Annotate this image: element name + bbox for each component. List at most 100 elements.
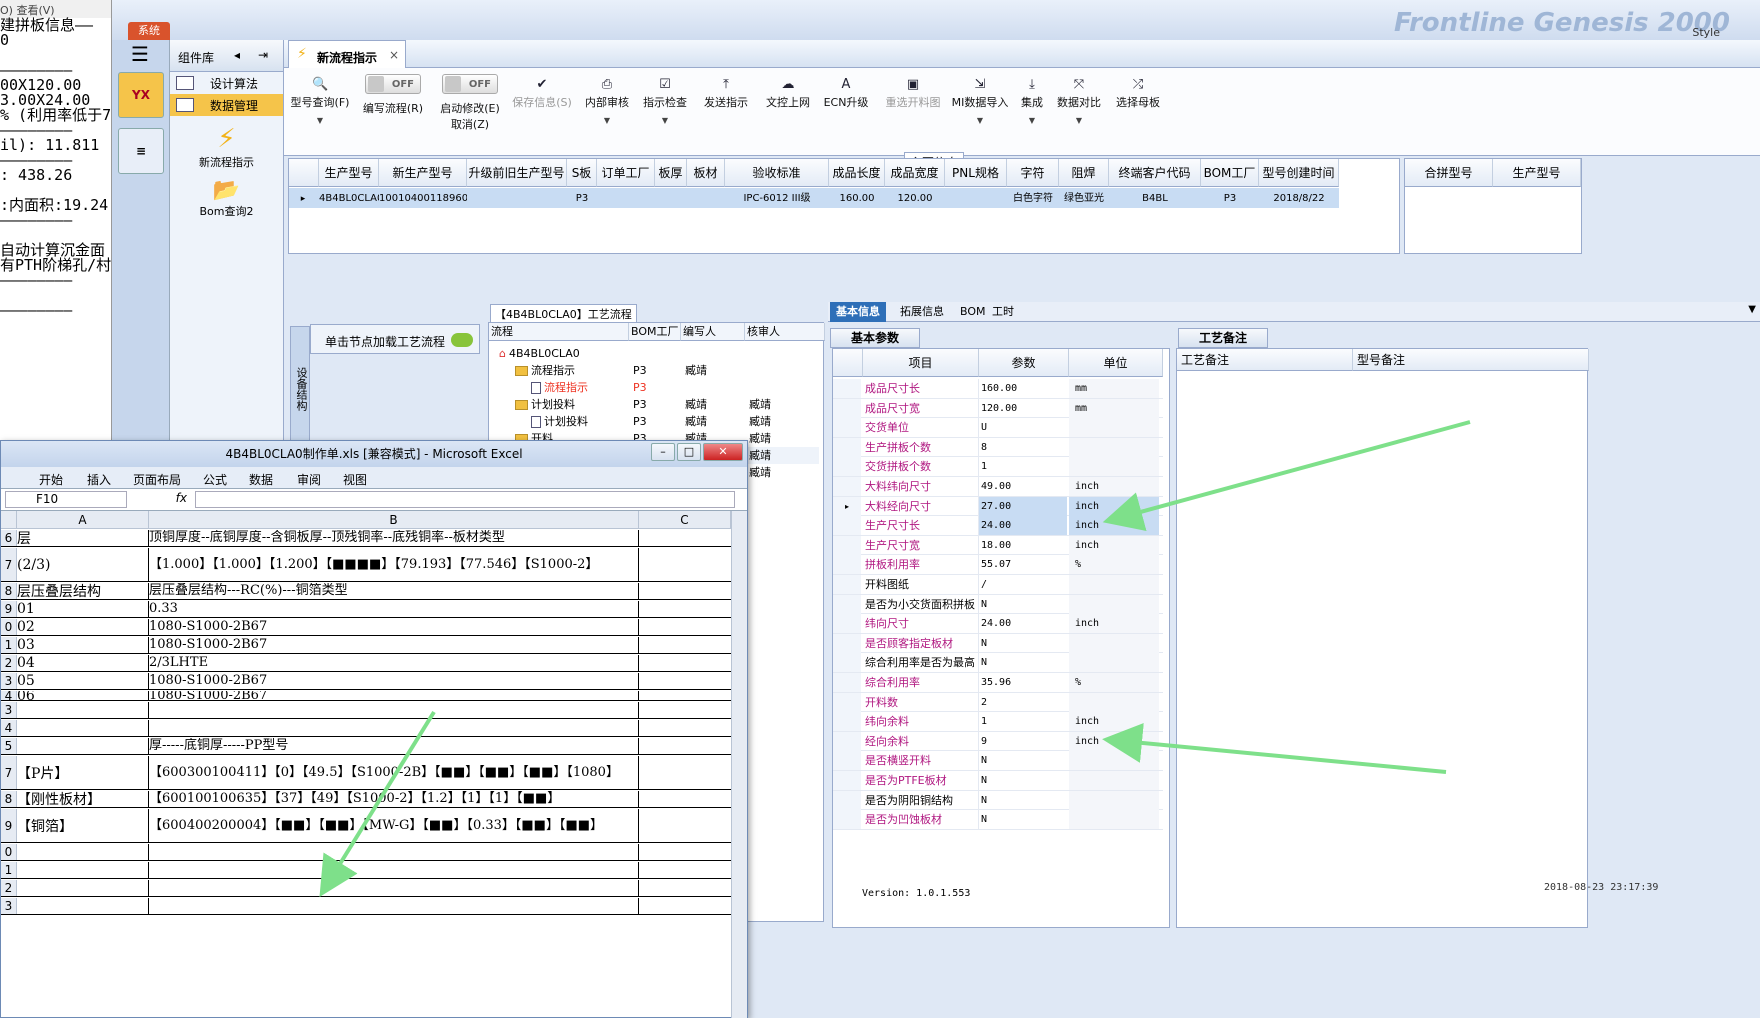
param-value[interactable]: N (979, 771, 1067, 790)
column-header[interactable]: 型号创建时间 (1259, 159, 1339, 187)
cell-a[interactable] (17, 880, 149, 896)
bom-query-item[interactable]: 📂 Bom查询2 (170, 178, 283, 219)
ribbon-tab[interactable]: 插入 (87, 471, 111, 488)
param-row[interactable]: 成品尺寸长 160.00 mm (833, 379, 1163, 399)
param-row[interactable]: 开料数 2 (833, 692, 1163, 713)
cell-b[interactable]: 1080-S1000-2B67 (149, 691, 639, 700)
grid-cell[interactable]: 10010400118960 (379, 189, 467, 209)
detail-tab[interactable]: 拓展信息 (894, 302, 950, 322)
row-number[interactable]: 3 (1, 673, 17, 689)
ribbon-tab[interactable]: 数据 (249, 471, 273, 488)
column-header[interactable]: 阻焊 (1059, 159, 1109, 187)
remark-column-header[interactable]: 工艺备注 (1177, 349, 1353, 371)
toggle-switch[interactable]: OFF (365, 74, 421, 94)
close-button[interactable]: ✕ (703, 443, 743, 461)
side-tab-equipment[interactable]: 设备结构 (290, 326, 310, 446)
cell-a[interactable]: 01 (17, 601, 149, 617)
grid-cell[interactable]: 120.00 (885, 189, 945, 209)
toolbar-button-2[interactable]: OFF 启动修改(E) 取消(Z) (434, 68, 506, 156)
chevron-down-icon[interactable]: ▼ (1748, 304, 1756, 315)
merge-model-grid[interactable]: 合拼型号 生产型号 (1404, 158, 1582, 254)
cell-b[interactable]: 【600400200004】【■■】【■■】【MW-G】【■■】【0.33】【■… (149, 809, 639, 842)
param-value[interactable]: U (979, 418, 1067, 437)
toolbar-button-0[interactable]: 🔍 型号查询(F) ▼ (290, 68, 350, 156)
pin-icon[interactable]: ⇥ (258, 48, 268, 62)
param-row[interactable]: 交货拼板个数 1 (833, 457, 1163, 477)
new-process-instruction-item[interactable]: ⚡ 新流程指示 (170, 124, 283, 170)
grid-cell[interactable]: P3 (1201, 189, 1259, 209)
param-row[interactable]: 综合利用率 35.96% (833, 673, 1163, 693)
param-value[interactable]: / (979, 575, 1067, 594)
cell-b[interactable]: 0.33 (149, 601, 639, 617)
toolbar-button-1[interactable]: OFF 编写流程(R) (362, 68, 424, 156)
grid-cell[interactable] (687, 189, 725, 209)
detail-tab[interactable]: 工时 (986, 302, 1020, 322)
param-value[interactable]: 160.00 (979, 379, 1067, 398)
param-value[interactable]: N (979, 791, 1067, 810)
cell-b[interactable] (149, 844, 639, 860)
tree-column-header[interactable]: 流程 (489, 323, 629, 341)
calculator-module-button[interactable]: ≡ (118, 128, 164, 174)
column-header[interactable]: 验收标准 (725, 159, 829, 187)
grid-cell[interactable]: 白色字符 (1007, 189, 1059, 209)
tree-row[interactable]: 流程指示 P3 臧靖 (489, 362, 819, 379)
row-number[interactable]: 7 (1, 756, 17, 789)
grid-cell[interactable]: P3 (567, 189, 597, 209)
grid-cell[interactable]: IPC-6012 III级 (725, 189, 829, 209)
param-row[interactable]: 是否为阴阳铜结构 N (833, 790, 1163, 811)
param-value[interactable]: 24.00 (979, 516, 1067, 536)
nav-item-data-management[interactable]: 数据管理 (170, 94, 283, 116)
cell-a[interactable]: 02 (17, 619, 149, 635)
grid-cell[interactable]: 绿色亚光 (1059, 189, 1109, 209)
column-header[interactable]: 板材 (687, 159, 725, 187)
fx-icon[interactable]: fx (131, 491, 191, 508)
tree-column-header[interactable]: BOM工厂 (629, 323, 681, 341)
column-header[interactable]: 升级前旧生产型号 (467, 159, 567, 187)
grid-cell[interactable]: 160.00 (829, 189, 885, 209)
param-row[interactable]: 是否为凹蚀板材 N (833, 810, 1163, 830)
system-tab[interactable]: 系统 (128, 22, 170, 40)
param-column-header[interactable]: 参数 (979, 349, 1069, 377)
vertical-scrollbar[interactable] (731, 511, 747, 1018)
cell-a[interactable] (17, 720, 149, 736)
grid-cell[interactable] (655, 189, 687, 209)
yx-module-button[interactable]: YX (118, 72, 164, 118)
param-value[interactable]: N (979, 595, 1067, 614)
tree-row[interactable]: ⌂ 4B4BL0CLA0 (489, 345, 819, 362)
row-number[interactable]: 2 (1, 655, 17, 671)
cell-b[interactable]: 【1.000】【1.000】【1.200】【■■■■】【79.193】【77.5… (149, 548, 639, 581)
param-value[interactable]: 120.00 (979, 399, 1067, 418)
param-value[interactable]: 18.00 (979, 536, 1067, 555)
param-row[interactable]: 交货单位 U (833, 418, 1163, 438)
remark-column-header[interactable]: 型号备注 (1353, 349, 1589, 371)
cell-b[interactable] (149, 702, 639, 718)
row-number[interactable]: 5 (1, 738, 17, 754)
column-header[interactable]: B (149, 511, 639, 529)
param-value[interactable]: 55.07 (979, 555, 1067, 574)
cell-a[interactable]: 06 (17, 691, 149, 700)
column-header[interactable]: 订单工厂 (597, 159, 655, 187)
cell-a[interactable]: 【铜箔】 (17, 809, 149, 842)
cell-b[interactable]: 顶铜厚度--底铜厚度--含铜板厚--顶残铜率--底残铜率--板材类型 (149, 530, 639, 546)
param-row[interactable]: 是否横竖开料 N (833, 751, 1163, 771)
style-menu[interactable]: Style (1692, 26, 1720, 39)
cell-a[interactable]: 层 (17, 530, 149, 546)
column-header[interactable]: C (639, 511, 731, 529)
column-header[interactable]: 新生产型号 (379, 159, 467, 187)
param-value[interactable]: 24.00 (979, 614, 1067, 633)
hamburger-menu-icon[interactable]: ☰ (126, 42, 154, 66)
param-row[interactable]: 纬向尺寸 24.00 inch (833, 614, 1163, 634)
chevron-down-icon[interactable]: ▼ (640, 116, 690, 125)
cell-a[interactable] (17, 702, 149, 718)
toolbar-button-10[interactable]: ⇲ MI数据导入 ▼ (950, 68, 1010, 156)
toolbar-button-6[interactable]: ⤒ 发送指示 (698, 68, 754, 156)
cell-a[interactable]: (2/3) (17, 548, 149, 581)
ribbon-tab[interactable]: 页面布局 (133, 471, 181, 488)
cell-a[interactable]: 05 (17, 673, 149, 689)
row-number[interactable]: 4 (1, 720, 17, 736)
param-value[interactable]: 27.00 (979, 496, 1067, 516)
chevron-down-icon[interactable]: ▼ (290, 116, 350, 125)
param-value[interactable]: 2 (979, 693, 1067, 712)
row-number[interactable]: 0 (1, 844, 17, 860)
param-column-header[interactable]: 项目 (863, 349, 979, 377)
